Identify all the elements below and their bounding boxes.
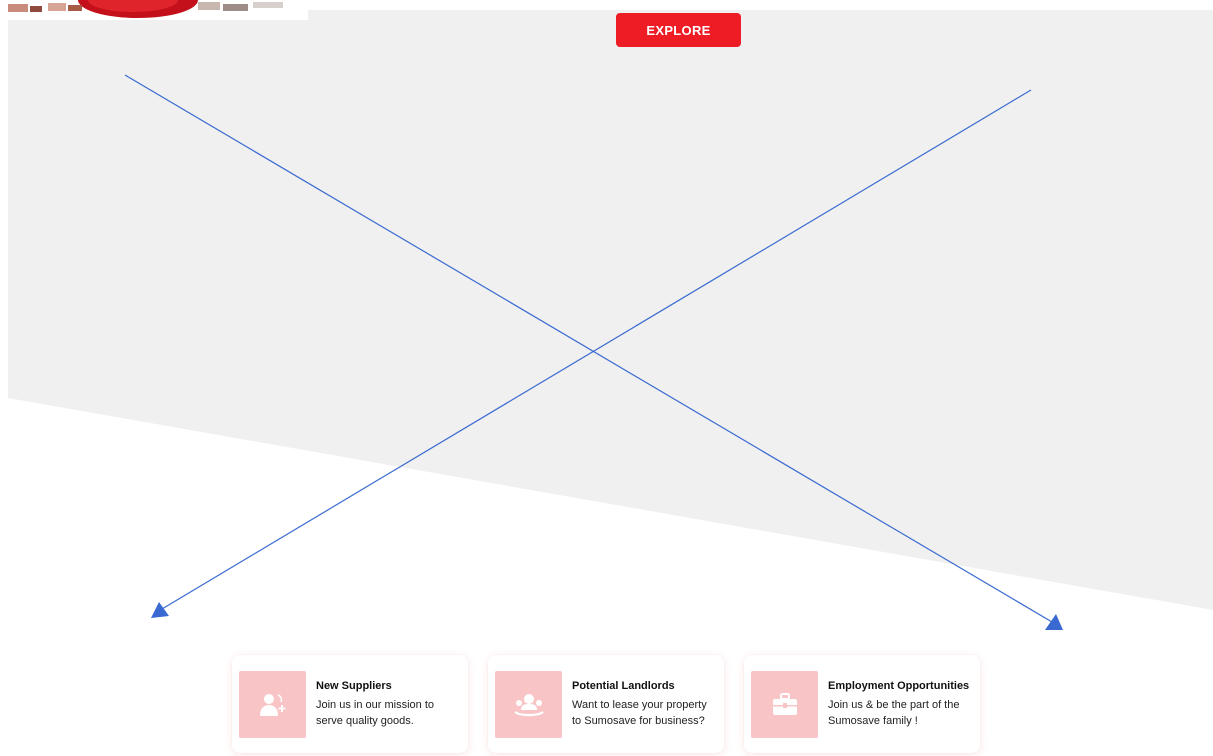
card-description: Join us & be the part of the Sumosave fa… (828, 698, 960, 727)
card-text: Potential Landlords Want to lease your p… (572, 655, 714, 753)
handshake-person-icon (495, 671, 562, 738)
card-text: New Suppliers Join us in our mission to … (316, 655, 458, 753)
hero-image (8, 0, 308, 20)
card-potential-landlords[interactable]: Potential Landlords Want to lease your p… (488, 655, 724, 753)
background-shape (8, 10, 1213, 610)
card-description: Want to lease your property to Sumosave … (572, 698, 707, 727)
add-user-icon (239, 671, 306, 738)
card-employment-opportunities[interactable]: Employment Opportunities Join us & be th… (744, 655, 980, 753)
card-new-suppliers[interactable]: New Suppliers Join us in our mission to … (232, 655, 468, 753)
card-text: Employment Opportunities Join us & be th… (828, 655, 970, 753)
page: EXPLORE New Suppliers Join us in our mis… (0, 0, 1213, 756)
briefcase-icon (751, 671, 818, 738)
explore-button[interactable]: EXPLORE (616, 13, 741, 47)
card-title: Employment Opportunities (828, 679, 970, 692)
card-title: Potential Landlords (572, 679, 675, 692)
card-title: New Suppliers (316, 679, 392, 692)
card-description: Join us in our mission to serve quality … (316, 698, 434, 727)
